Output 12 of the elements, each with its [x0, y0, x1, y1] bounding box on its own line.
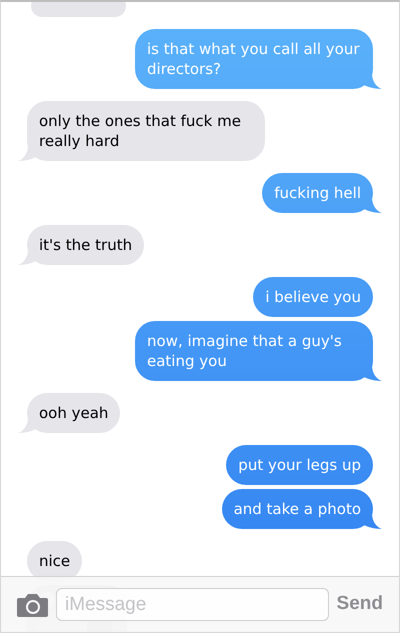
message-bubble: i believe you — [253, 277, 373, 317]
message-bubble: only the ones that fuck me really hard — [27, 101, 265, 161]
message-bubble: and take a photo — [222, 489, 373, 529]
message-bubble: is that what you call all your directors? — [135, 29, 373, 89]
camera-icon[interactable] — [17, 592, 48, 616]
message-field[interactable]: iMessage — [56, 588, 329, 621]
message-bubble: it's the truth — [27, 225, 144, 265]
message-bubble: now, imagine that a guy's eating you — [135, 321, 373, 381]
send-button[interactable]: Send — [336, 590, 383, 619]
message-bubble: put your legs up — [226, 445, 373, 485]
message-bubble: ooh yeah — [27, 393, 120, 433]
message-bubble: fucking hell — [262, 173, 373, 213]
